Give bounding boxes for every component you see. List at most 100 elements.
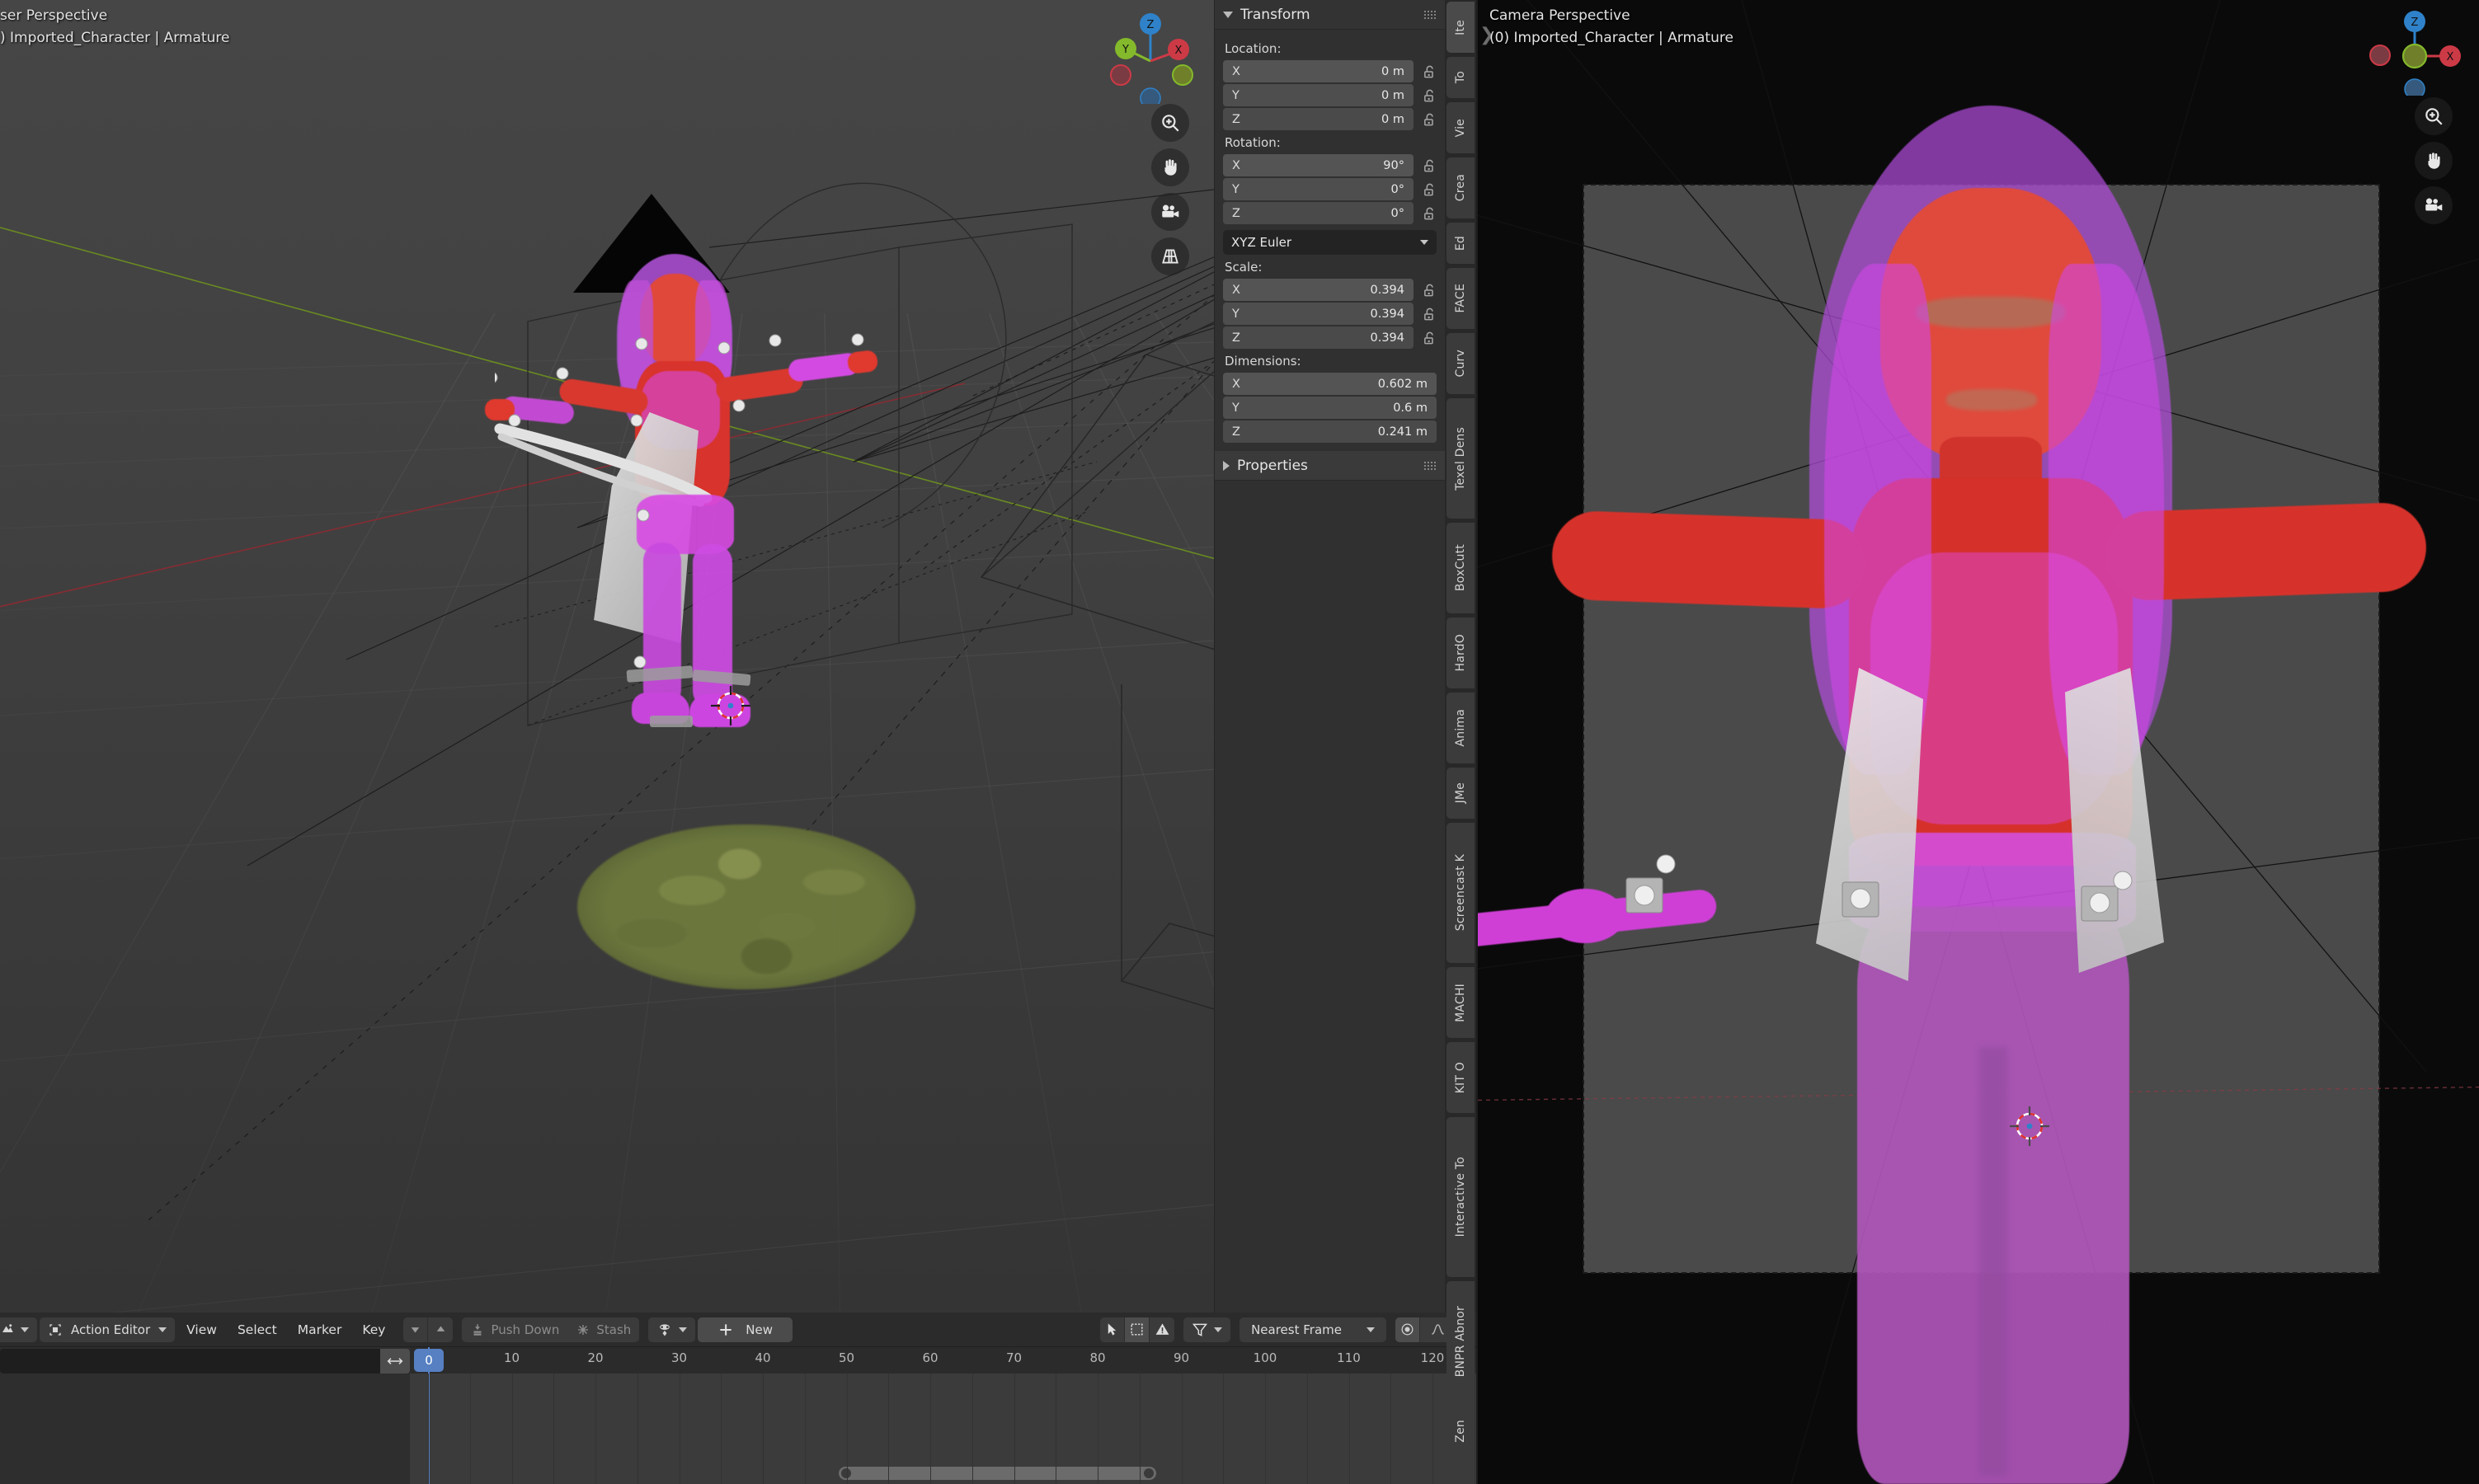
navigation-gizmo-right[interactable]: Z X [2359,5,2466,224]
unlock-icon[interactable] [1420,111,1437,128]
location-y-row[interactable]: Y 0 m [1223,84,1437,106]
scale-y-row[interactable]: Y 0.394 [1223,303,1437,325]
new-action-button[interactable]: New [698,1317,793,1342]
menu-select[interactable]: Select [228,1317,286,1342]
keyframe-nav-group[interactable] [403,1317,454,1342]
scale-z-row[interactable]: Z 0.394 [1223,326,1437,349]
sidebar-tab-ed[interactable]: Ed [1446,223,1475,264]
stash-button[interactable]: Stash [567,1317,639,1342]
menu-marker[interactable]: Marker [289,1317,351,1342]
sidebar-tab-boxcutt[interactable]: BoxCutt [1446,523,1475,613]
sidebar-tab-curv[interactable]: Curv [1446,333,1475,394]
scale-y-field[interactable]: Y 0.394 [1223,303,1414,325]
sidebar-tab-vie[interactable]: Vie [1446,102,1475,153]
rotation-x-field[interactable]: X 90° [1223,154,1414,176]
push-down-button[interactable]: Push Down [462,1317,567,1342]
sidebar-tab-kit-o[interactable]: KIT O [1446,1042,1475,1113]
prev-keyframe-icon[interactable] [403,1317,429,1342]
sidebar-n-panel[interactable]: Transform Location: X 0 m Y 0 m Z 0 m Ro… [1214,0,1445,1313]
dope-sheet-header[interactable]: Action Editor View Select Marker Key Pus… [0,1313,1476,1347]
action-editor-selector[interactable]: Action Editor [40,1317,176,1342]
dope-sheet-body[interactable]: 0102030405060708090100110120 0 ❮ [0,1347,1476,1484]
dimensions-y-row[interactable]: Y 0.6 m [1223,397,1437,419]
scale-z-field[interactable]: Z 0.394 [1223,326,1414,349]
axis-gizmo-icon-right[interactable]: Z X [2359,5,2466,100]
editor-type-dropdown[interactable] [0,1317,37,1342]
unlock-icon[interactable] [1420,87,1437,104]
unlock-icon[interactable] [1420,306,1437,322]
sidebar-tab-hair-to[interactable]: Hair To [1446,1461,1475,1484]
sidebar-tab-jme[interactable]: JMe [1446,768,1475,819]
sidebar-tab-ite[interactable]: Ite [1446,2,1475,53]
sidebar-tab-crea[interactable]: Crea [1446,157,1475,218]
dimensions-z-field[interactable]: Z 0.241 m [1223,420,1437,443]
location-z-row[interactable]: Z 0 m [1223,108,1437,130]
unlock-icon[interactable] [1420,282,1437,298]
select-tools-group[interactable] [1100,1317,1175,1342]
sidebar-tab-face[interactable]: FACE [1446,268,1475,329]
grid-icon[interactable] [1151,237,1189,275]
dimensions-y-field[interactable]: Y 0.6 m [1223,397,1437,419]
location-x-row[interactable]: X 0 m [1223,60,1437,82]
sidebar-tab-strip[interactable]: Ite To Vie Crea Ed FACE Curv Texel Dens BoxCutt H… [1445,0,1476,1484]
filter-dropdown[interactable] [1183,1317,1231,1342]
snap-mode-dropdown[interactable]: Nearest Frame [1240,1317,1386,1342]
properties-panel-header[interactable]: Properties [1215,451,1445,481]
chevron-right-icon[interactable] [1223,460,1230,471]
dimensions-x-field[interactable]: X 0.602 m [1223,373,1437,395]
sidebar-tab-texel-dens[interactable]: Texel Dens [1446,398,1475,519]
sidebar-tab-hardo[interactable]: HardO [1446,618,1475,688]
scale-x-row[interactable]: X 0.394 [1223,279,1437,301]
action-ops-group[interactable]: Push Down Stash [462,1317,640,1342]
sidebar-tab-interactive-to[interactable]: Interactive To [1446,1117,1475,1277]
error-icon[interactable] [1150,1317,1174,1342]
unlock-icon[interactable] [1420,157,1437,174]
proportional-edit-icon[interactable] [1395,1317,1420,1342]
sidebar-tab-screencast-k[interactable]: Screencast K [1446,823,1475,963]
keying-set-dropdown[interactable] [648,1317,696,1342]
box-select-icon[interactable] [1125,1317,1150,1342]
cursor-select-icon[interactable] [1100,1317,1126,1342]
dimensions-z-row[interactable]: Z 0.241 m [1223,420,1437,443]
rotation-y-field[interactable]: Y 0° [1223,178,1414,200]
timeline-ruler[interactable]: 0 10 20 30 40 50 60 70 80 90 100 110 120 [410,1347,1476,1374]
menu-key[interactable]: Key [353,1317,394,1342]
viewport-camera-perspective[interactable]: Camera Perspective (0) Imported_Characte… [1478,0,2479,1484]
menu-view[interactable]: View [177,1317,226,1342]
hand-icon-right[interactable] [2415,142,2453,180]
scale-x-field[interactable]: X 0.394 [1223,279,1414,301]
rotation-y-row[interactable]: Y 0° [1223,178,1437,200]
chevron-down-icon[interactable] [1223,11,1233,18]
resize-handle-icon[interactable] [380,1349,410,1374]
rotation-z-row[interactable]: Z 0° [1223,202,1437,224]
camera-icon[interactable] [1151,193,1189,231]
location-x-field[interactable]: X 0 m [1223,60,1414,82]
character-model[interactable] [485,194,1006,899]
transform-panel-header[interactable]: Transform [1215,0,1445,30]
chevron-down-icon[interactable] [1367,1327,1375,1332]
chevron-down-icon[interactable] [1420,240,1428,245]
channel-list[interactable] [0,1347,410,1484]
rotation-z-field[interactable]: Z 0° [1223,202,1414,224]
sidebar-tab-bnpr-abnor[interactable]: BNPR Abnor [1446,1281,1475,1402]
scrollbar-handle-right[interactable] [1144,1468,1154,1478]
grip-dots-icon[interactable] [1423,461,1437,470]
hand-icon[interactable] [1151,148,1189,186]
keyframe-area[interactable]: 0102030405060708090100110120 0 ❮ [410,1347,1476,1484]
rotation-x-row[interactable]: X 90° [1223,154,1437,176]
unlock-icon[interactable] [1420,330,1437,346]
chevron-down-icon[interactable] [21,1327,29,1332]
next-keyframe-icon[interactable] [428,1317,453,1342]
character-model-closeup[interactable] [1478,91,2428,1484]
location-y-field[interactable]: Y 0 m [1223,84,1414,106]
sidebar-tab-to[interactable]: To [1446,57,1475,98]
chevron-down-icon[interactable] [679,1327,688,1332]
dope-sheet-editor[interactable]: Action Editor View Select Marker Key Pus… [0,1313,1476,1484]
sidebar-tab-anima[interactable]: Anima [1446,693,1475,763]
channel-search-field[interactable] [0,1349,410,1374]
unlock-icon[interactable] [1420,205,1437,222]
unlock-icon[interactable] [1420,63,1437,80]
sidebar-tab-zen[interactable]: Zen [1446,1406,1475,1457]
horizontal-scrollbar[interactable] [839,1467,1156,1480]
grip-dots-icon[interactable] [1423,10,1437,19]
